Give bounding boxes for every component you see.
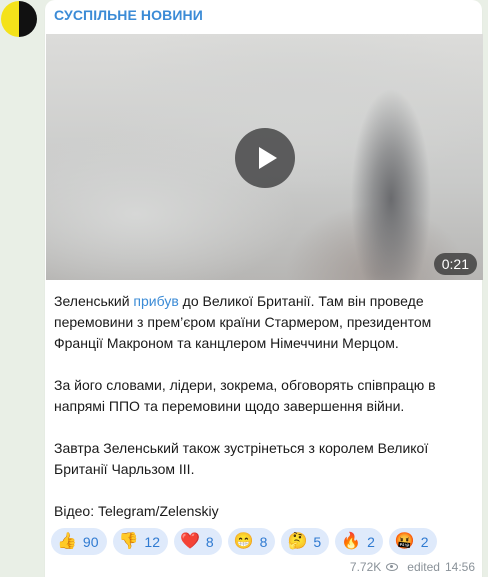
paragraph-2: За його словами, лідери, зокрема, обгово… [54, 377, 436, 414]
video-duration: 0:21 [433, 253, 477, 275]
text-span: Зеленський [54, 293, 134, 309]
reaction-count: 8 [259, 533, 268, 550]
message-text: Зеленський прибув до Великої Британії. Т… [54, 291, 470, 543]
grin-icon: 😁 [233, 532, 254, 550]
message-link[interactable]: прибув [133, 293, 178, 309]
paragraph-1: Зеленський прибув до Великої Британії. Т… [54, 291, 470, 354]
reaction-thumbs-up[interactable]: 👍 90 [51, 528, 107, 555]
reaction-count: 8 [205, 533, 214, 550]
reaction-grin[interactable]: 😁 8 [227, 528, 276, 555]
reaction-fire[interactable]: 🔥 2 [335, 528, 383, 555]
paragraph-3: Завтра Зеленський також зустрінеться з к… [54, 440, 429, 477]
reaction-angry[interactable]: 🤬 2 [388, 528, 437, 555]
reaction-thinking[interactable]: 🤔 5 [281, 528, 330, 555]
channel-name[interactable]: СУСПІЛЬНЕ НОВИНИ [54, 7, 203, 23]
heart-icon: ❤️ [180, 532, 200, 550]
play-icon[interactable] [235, 128, 295, 188]
eye-icon [386, 563, 399, 571]
paragraph-4: Відео: Telegram/Zelenskiy [54, 503, 219, 519]
message-meta: 7.72K edited 14:56 [350, 560, 475, 574]
reaction-count: 12 [144, 533, 160, 550]
reaction-count: 5 [313, 533, 322, 550]
reaction-heart[interactable]: ❤️ 8 [174, 528, 222, 555]
reaction-count: 90 [82, 533, 99, 550]
reaction-thumbs-down[interactable]: 👎 12 [112, 528, 168, 555]
thinking-icon: 🤔 [287, 532, 308, 550]
channel-avatar[interactable] [1, 1, 37, 37]
thumbs-down-icon: 👎 [118, 532, 139, 550]
reactions-bar: 👍 90 👎 12 ❤️ 8 😁 8 🤔 5 🔥 2 🤬 2 [51, 528, 437, 555]
message-time: 14:56 [444, 560, 475, 574]
thumbs-up-icon: 👍 [57, 532, 77, 550]
reaction-count: 2 [367, 533, 375, 550]
edited-label: edited [407, 560, 440, 574]
message-bubble: СУСПІЛЬНЕ НОВИНИ 0:21 Зеленський прибув … [45, 0, 483, 577]
view-count: 7.72K [349, 560, 382, 574]
reaction-count: 2 [420, 533, 429, 550]
video-player[interactable]: 0:21 [46, 34, 483, 280]
fire-icon: 🔥 [341, 532, 362, 550]
angry-icon: 🤬 [394, 532, 415, 550]
